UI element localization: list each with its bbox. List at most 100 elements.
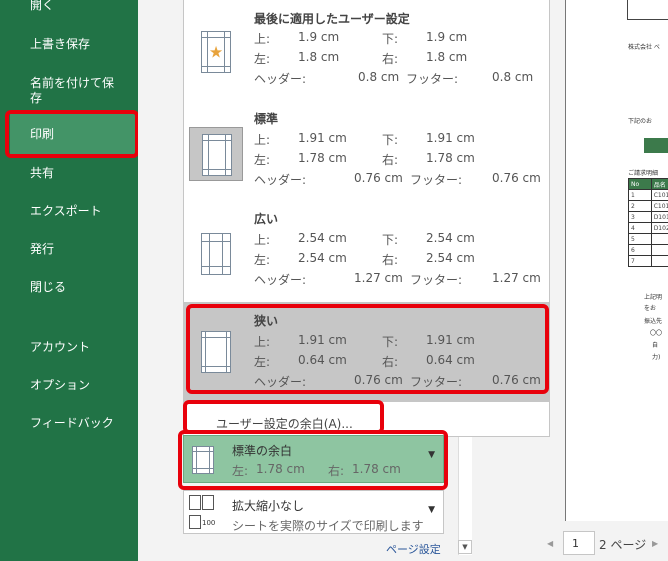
margin-option-title: 広い: [254, 212, 279, 226]
highlight-narrow: [186, 304, 549, 394]
table-cell: 3: [628, 211, 652, 223]
footer-value: 1.27 cm: [492, 271, 541, 285]
highlight-custom: [183, 400, 384, 434]
header-value: 1.27 cm: [354, 271, 403, 285]
table-cell: 6: [628, 244, 652, 256]
left-value: 2.54 cm: [298, 251, 347, 265]
page-setup-link[interactable]: ページ設定: [386, 541, 441, 557]
bottom-value: 1.9 cm: [426, 30, 468, 44]
left-label: 左:: [254, 153, 271, 167]
table-cell: 2: [628, 200, 652, 212]
bottom-label: 下:: [382, 233, 399, 247]
preview-company: 株式会社 ベ: [628, 44, 660, 51]
print-preview: 株式会社 ベ 下記のお ご請求明細 No 品名 1 C101 2 C101 3 D10…: [565, 0, 668, 521]
preview-note: 自: [652, 342, 659, 349]
top-value: 2.54 cm: [298, 231, 347, 245]
scroll-down-icon[interactable]: ▼: [458, 540, 472, 554]
preview-line1: 下記のお: [628, 118, 653, 125]
bottom-value: 2.54 cm: [426, 231, 475, 245]
margin-option-last-custom[interactable]: ★ 最後に適用したユーザー設定 上: 1.9 cm 下: 1.9 cm 左: 1…: [184, 0, 549, 100]
highlight-margins-combo: [178, 430, 448, 490]
header-label: ヘッダー:: [254, 273, 307, 287]
top-label: 上:: [254, 233, 271, 247]
page-number-input[interactable]: 1: [563, 531, 595, 555]
sidebar-item-save[interactable]: 上書き保存: [30, 37, 90, 52]
table-cell: 1: [628, 189, 652, 201]
sidebar-item-share[interactable]: 共有: [30, 166, 54, 181]
left-value: 1.8 cm: [298, 50, 340, 64]
right-value: 2.54 cm: [426, 251, 475, 265]
margin-option-wide[interactable]: 広い 上: 2.54 cm 下: 2.54 cm 左: 2.54 cm 右: 2…: [184, 200, 549, 300]
preview-line2: ご請求明細: [628, 170, 659, 177]
table-cell: D101: [650, 211, 668, 223]
footer-label: フッター:: [410, 173, 463, 187]
table-cell: C101: [650, 200, 668, 212]
preview-note: をお: [644, 305, 657, 312]
highlight-print: [5, 110, 139, 158]
right-value: 1.8 cm: [426, 50, 468, 64]
prev-page-icon[interactable]: ◀: [547, 539, 553, 548]
page-total: 2 ページ: [599, 538, 647, 552]
preview-note: 力): [652, 354, 661, 361]
sidebar-item-feedback[interactable]: フィードバック: [30, 416, 114, 431]
preview-note: 〇〇: [650, 330, 663, 337]
left-label: 左:: [254, 253, 271, 267]
margin-option-title: 最後に適用したユーザー設定: [254, 12, 410, 26]
scaling-icon-number: 100: [202, 519, 216, 527]
bottom-value: 1.91 cm: [426, 131, 475, 145]
sidebar-item-save-as[interactable]: 名前を付けて保存: [30, 76, 120, 106]
table-cell: 7: [628, 255, 652, 267]
margin-option-normal[interactable]: 標準 上: 1.91 cm 下: 1.91 cm 左: 1.78 cm 右: 1…: [184, 100, 549, 200]
top-value: 1.91 cm: [298, 131, 347, 145]
right-label: 右:: [382, 253, 399, 267]
backstage-sidebar: 開く 上書き保存 名前を付けて保存 印刷 共有 エクスポート 発行 閉じる アカ…: [0, 0, 138, 561]
margin-preview-icon: [189, 227, 243, 281]
sidebar-item-publish[interactable]: 発行: [30, 242, 54, 257]
top-label: 上:: [254, 32, 271, 46]
header-value: 0.76 cm: [354, 171, 403, 185]
margin-preview-icon: [189, 127, 243, 181]
bottom-label: 下:: [382, 32, 399, 46]
star-icon: ★: [208, 42, 224, 62]
preview-note: 振込先: [644, 318, 663, 325]
bottom-label: 下:: [382, 133, 399, 147]
left-value: 1.78 cm: [298, 151, 347, 165]
preview-header-no: No: [628, 178, 652, 190]
scaling-combo-subtitle: シートを実際のサイズで印刷します: [232, 519, 424, 533]
scaling-icon: 100: [189, 495, 217, 531]
footer-value: 0.76 cm: [492, 171, 541, 185]
right-label: 右:: [382, 52, 399, 66]
table-cell: 4: [628, 222, 652, 234]
header-value: 0.8 cm: [358, 70, 400, 84]
right-value: 1.78 cm: [426, 151, 475, 165]
preview-top-box: [627, 0, 668, 20]
page-navigator: ◀ 1 2 ページ ▶: [540, 530, 668, 561]
right-label: 右:: [382, 153, 399, 167]
next-page-icon[interactable]: ▶: [652, 539, 658, 548]
table-cell: C101: [650, 189, 668, 201]
chevron-down-icon[interactable]: ▼: [428, 505, 435, 515]
top-value: 1.9 cm: [298, 30, 340, 44]
scaling-combo-title: 拡大縮小なし: [232, 499, 305, 513]
margin-preview-icon: ★: [189, 25, 243, 79]
sidebar-item-export[interactable]: エクスポート: [30, 204, 102, 219]
preview-table: No 品名 1C101 2C101 3D101 4D102 5 6 7: [628, 178, 668, 267]
footer-label: フッター:: [406, 72, 459, 86]
scaling-combo[interactable]: 100 拡大縮小なし シートを実際のサイズで印刷します ▼: [183, 490, 444, 534]
table-cell: D102: [650, 222, 668, 234]
sidebar-item-open[interactable]: 開く: [30, 0, 54, 13]
sidebar-item-close[interactable]: 閉じる: [30, 280, 66, 295]
sidebar-item-options[interactable]: オプション: [30, 378, 90, 393]
left-label: 左:: [254, 52, 271, 66]
margin-option-title: 標準: [254, 112, 279, 126]
footer-label: フッター:: [410, 273, 463, 287]
table-cell: 5: [628, 233, 652, 245]
header-label: ヘッダー:: [254, 72, 307, 86]
footer-value: 0.8 cm: [492, 70, 534, 84]
header-label: ヘッダー:: [254, 173, 307, 187]
preview-header-item: 品名: [650, 178, 668, 190]
preview-note: 上記明: [644, 294, 663, 301]
top-label: 上:: [254, 133, 271, 147]
preview-green-box: [644, 138, 668, 153]
sidebar-item-account[interactable]: アカウント: [30, 340, 90, 355]
